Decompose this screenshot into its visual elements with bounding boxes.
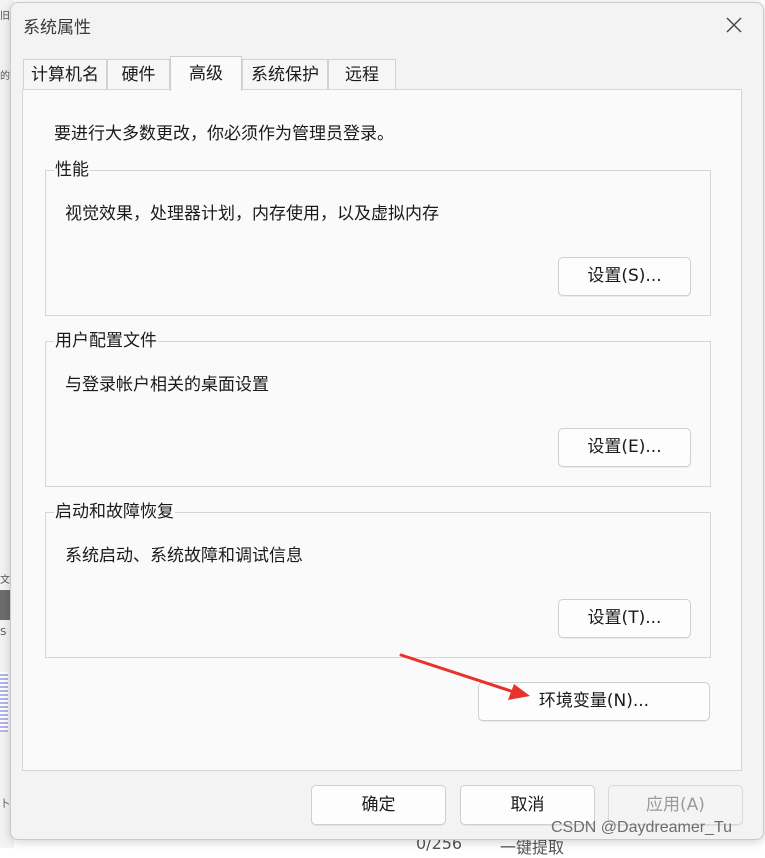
background-text-fragment: 文	[0, 575, 10, 586]
ok-button[interactable]: 确定	[311, 785, 446, 825]
tab-remote[interactable]: 远程	[328, 59, 396, 90]
tab-hardware[interactable]: 硬件	[107, 59, 170, 90]
user-profiles-description: 与登录帐户相关的桌面设置	[65, 375, 269, 395]
background-text-fragment: 的	[0, 71, 10, 82]
startup-recovery-description: 系统启动、系统故障和调试信息	[65, 546, 303, 566]
performance-group-title: 性能	[54, 159, 90, 181]
background-image-fragment	[0, 590, 10, 620]
startup-recovery-settings-button[interactable]: 设置(T)...	[558, 599, 691, 638]
startup-recovery-group-title: 启动和故障恢复	[54, 501, 175, 523]
user-profiles-settings-button[interactable]: 设置(E)...	[558, 428, 691, 467]
window-title: 系统属性	[23, 18, 91, 38]
advanced-tab-panel: 要进行大多数更改，你必须作为管理员登录。 性能 视觉效果，处理器计划，内存使用，…	[22, 89, 742, 771]
close-button[interactable]	[719, 11, 749, 39]
close-icon	[726, 17, 742, 33]
performance-description: 视觉效果，处理器计划，内存使用，以及虚拟内存	[65, 204, 439, 224]
tab-system-protection[interactable]: 系统保护	[242, 59, 328, 90]
watermark: CSDN @Daydreamer_Tu	[551, 819, 733, 836]
tab-computer-name[interactable]: 计算机名	[23, 59, 107, 90]
environment-variables-button[interactable]: 环境变量(N)...	[478, 682, 710, 721]
background-image-fragment	[0, 672, 8, 732]
startup-recovery-group: 启动和故障恢复 系统启动、系统故障和调试信息 设置(T)...	[45, 501, 711, 658]
background-text-fragment: 卜	[0, 799, 10, 810]
background-text-fragment: S	[0, 627, 7, 638]
tab-advanced[interactable]: 高级	[170, 56, 242, 91]
background-text-fragment: 旧	[0, 11, 10, 22]
performance-settings-button[interactable]: 设置(S)...	[558, 257, 691, 296]
system-properties-dialog: 系统属性 计算机名 硬件 高级 系统保护 远程 要进行大多数更改，你必须作为管理…	[10, 2, 764, 840]
user-profiles-group-title: 用户配置文件	[54, 330, 158, 352]
user-profiles-group: 用户配置文件 与登录帐户相关的桌面设置 设置(E)...	[45, 330, 711, 487]
performance-group: 性能 视觉效果，处理器计划，内存使用，以及虚拟内存 设置(S)...	[45, 159, 711, 316]
admin-notice: 要进行大多数更改，你必须作为管理员登录。	[54, 124, 394, 144]
